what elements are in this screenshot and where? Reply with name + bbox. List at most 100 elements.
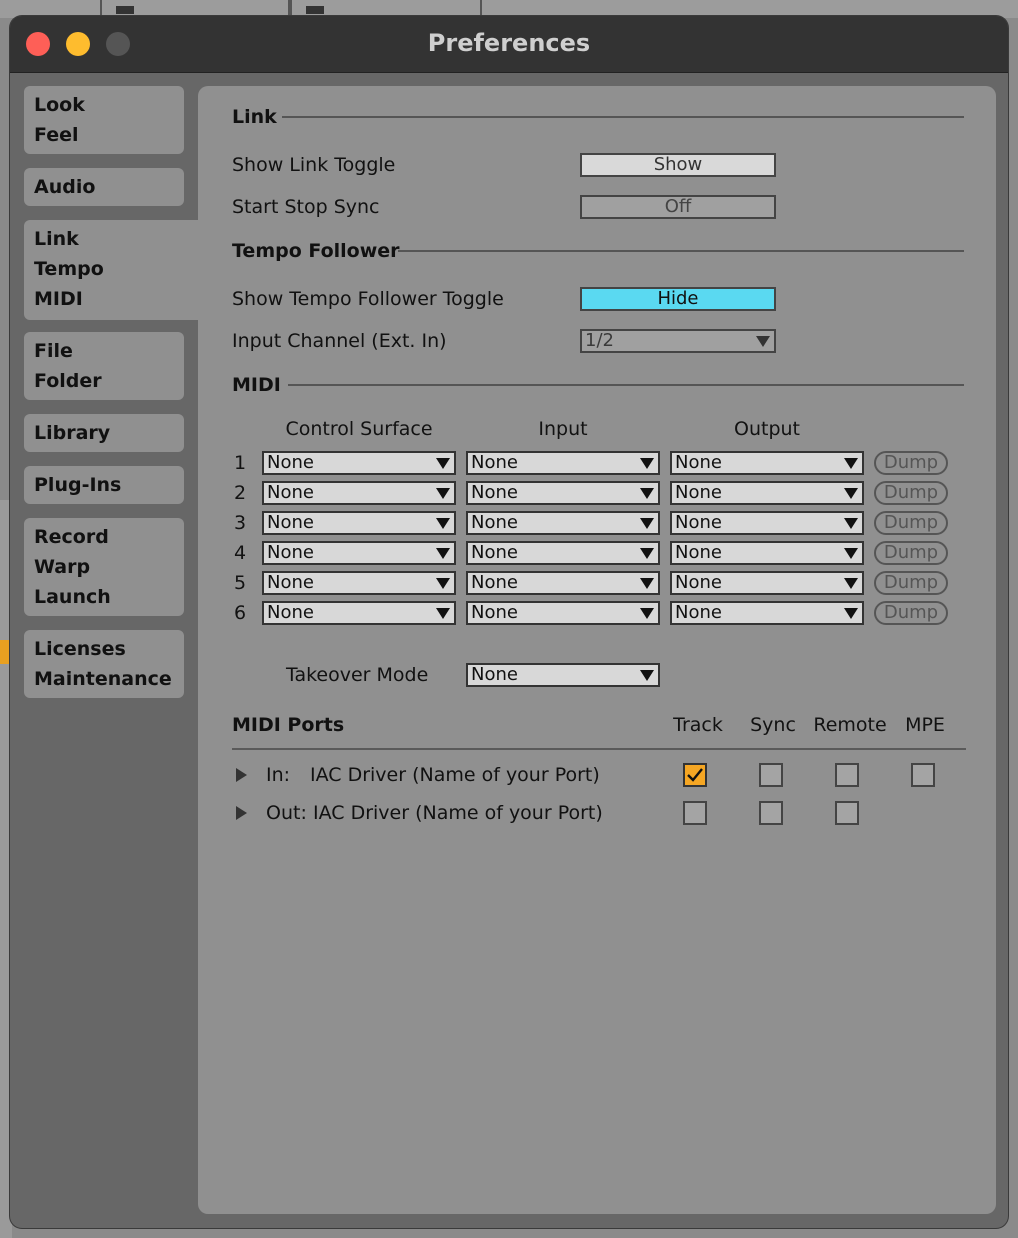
chevron-down-icon <box>844 458 858 469</box>
select-value: None <box>675 572 722 593</box>
sidebar-item-label: File <box>34 340 73 362</box>
chevron-down-icon <box>640 458 654 469</box>
checkmark-icon <box>687 768 703 782</box>
sync-checkbox[interactable] <box>759 801 783 825</box>
chevron-down-icon <box>436 518 450 529</box>
midi-ports-divider <box>232 748 966 750</box>
control-surface-select[interactable]: None <box>262 511 456 535</box>
show-link-toggle-button[interactable]: Show <box>580 153 776 177</box>
select-value: None <box>267 542 314 563</box>
sidebar-item-label: Library <box>34 422 111 444</box>
sidebar-item-link-tempo-midi[interactable]: Link Tempo MIDI <box>24 220 184 320</box>
sidebar-item-record-warp-launch[interactable]: Record Warp Launch <box>24 518 184 616</box>
chevron-down-icon <box>436 488 450 499</box>
input-channel-value: 1/2 <box>585 330 614 351</box>
sidebar-item-label: Plug-Ins <box>34 474 122 496</box>
input-channel-select[interactable]: 1/2 <box>580 329 776 353</box>
remote-checkbox[interactable] <box>835 801 859 825</box>
dump-button[interactable]: Dump <box>874 571 948 595</box>
input-channel-label: Input Channel (Ext. In) <box>232 330 447 352</box>
midi-output-select[interactable]: None <box>670 511 864 535</box>
column-header-output: Output <box>734 418 800 440</box>
select-value: None <box>267 452 314 473</box>
sidebar-item-label: Record <box>34 526 109 548</box>
midi-input-select[interactable]: None <box>466 571 660 595</box>
midi-row-number: 2 <box>233 482 247 504</box>
sidebar-item-label: Feel <box>34 124 79 146</box>
select-value: None <box>471 452 518 473</box>
track-checkbox[interactable] <box>683 763 707 787</box>
dump-button[interactable]: Dump <box>874 481 948 505</box>
control-surface-select[interactable]: None <box>262 481 456 505</box>
select-value: None <box>471 512 518 533</box>
midi-output-select[interactable]: None <box>670 571 864 595</box>
show-tempo-follower-toggle-button[interactable]: Hide <box>580 287 776 311</box>
select-value: None <box>675 512 722 533</box>
sidebar-item-label: Maintenance <box>34 668 172 690</box>
midi-output-select[interactable]: None <box>670 541 864 565</box>
sidebar-item-label: Warp <box>34 556 91 578</box>
background-app-marker <box>0 640 9 664</box>
sync-checkbox[interactable] <box>759 763 783 787</box>
sidebar-item-audio[interactable]: Audio <box>24 168 184 206</box>
sidebar-item-label: MIDI <box>34 288 83 310</box>
port-direction: Out: <box>266 802 307 824</box>
remote-checkbox[interactable] <box>835 763 859 787</box>
section-title-tempo-follower: Tempo Follower <box>232 240 400 262</box>
mpe-checkbox[interactable] <box>911 763 935 787</box>
midi-output-select[interactable]: None <box>670 481 864 505</box>
control-surface-select[interactable]: None <box>262 571 456 595</box>
midi-input-select[interactable]: None <box>466 481 660 505</box>
start-stop-sync-button[interactable]: Off <box>580 195 776 219</box>
chevron-down-icon <box>756 336 770 347</box>
sidebar-item-file-folder[interactable]: File Folder <box>24 332 184 400</box>
track-checkbox[interactable] <box>683 801 707 825</box>
midi-input-select[interactable]: None <box>466 601 660 625</box>
midi-output-select[interactable]: None <box>670 451 864 475</box>
select-value: None <box>675 482 722 503</box>
start-stop-sync-label: Start Stop Sync <box>232 196 380 218</box>
chevron-down-icon <box>844 548 858 559</box>
select-value: None <box>267 572 314 593</box>
chevron-down-icon <box>640 608 654 619</box>
sidebar-item-label: Audio <box>34 176 96 198</box>
column-header-remote: Remote <box>813 714 887 736</box>
midi-input-select[interactable]: None <box>466 451 660 475</box>
column-header-input: Input <box>538 418 588 440</box>
sidebar-item-label: Tempo <box>34 258 104 280</box>
dump-button[interactable]: Dump <box>874 601 948 625</box>
select-value: None <box>675 542 722 563</box>
control-surface-select[interactable]: None <box>262 451 456 475</box>
sidebar-item-library[interactable]: Library <box>24 414 184 452</box>
port-direction: In: <box>266 764 291 786</box>
control-surface-select[interactable]: None <box>262 541 456 565</box>
column-header-track: Track <box>673 714 723 736</box>
chevron-down-icon <box>844 488 858 499</box>
preferences-panel: Link Show Link Toggle Show Start Stop Sy… <box>198 86 996 1214</box>
midi-row-number: 3 <box>233 512 247 534</box>
section-title-link: Link <box>232 106 277 128</box>
sidebar-item-label: Look <box>34 94 85 116</box>
expand-triangle-icon[interactable] <box>236 768 247 782</box>
chevron-down-icon <box>640 670 654 681</box>
midi-output-select[interactable]: None <box>670 601 864 625</box>
control-surface-select[interactable]: None <box>262 601 456 625</box>
sidebar-item-licenses-maintenance[interactable]: Licenses Maintenance <box>24 630 184 698</box>
select-value: None <box>675 602 722 623</box>
dump-button[interactable]: Dump <box>874 511 948 535</box>
expand-triangle-icon[interactable] <box>236 806 247 820</box>
section-divider <box>288 384 964 386</box>
title-bar: Preferences <box>10 16 1008 73</box>
select-value: None <box>471 482 518 503</box>
dump-button[interactable]: Dump <box>874 451 948 475</box>
takeover-mode-select[interactable]: None <box>466 663 660 687</box>
sidebar-item-look-feel[interactable]: Look Feel <box>24 86 184 154</box>
sidebar-item-plug-ins[interactable]: Plug-Ins <box>24 466 184 504</box>
sidebar-item-label: Launch <box>34 586 111 608</box>
dump-button[interactable]: Dump <box>874 541 948 565</box>
chevron-down-icon <box>640 518 654 529</box>
chevron-down-icon <box>844 608 858 619</box>
midi-input-select[interactable]: None <box>466 511 660 535</box>
midi-input-select[interactable]: None <box>466 541 660 565</box>
chevron-down-icon <box>436 458 450 469</box>
